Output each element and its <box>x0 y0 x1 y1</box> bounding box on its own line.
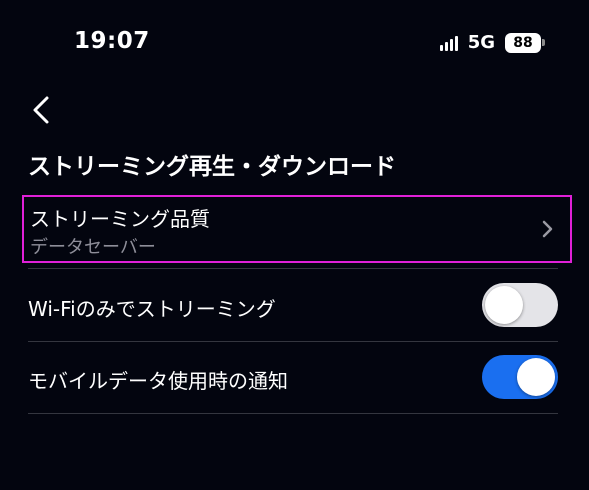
back-button[interactable] <box>28 94 58 126</box>
network-type: 5G <box>467 32 495 53</box>
signal-icon <box>439 35 458 51</box>
section-title: ストリーミング再生・ダウンロード <box>28 154 396 180</box>
mobile-data-notice-label: モバイルデータ使用時の通知 <box>28 369 288 393</box>
status-bar: 19:07 5G 88 <box>0 0 589 80</box>
battery-level: 88 <box>505 32 541 53</box>
chevron-right-icon <box>542 220 553 238</box>
divider <box>28 413 558 414</box>
wifi-only-label: Wi-Fiのみでストリーミング <box>28 297 276 321</box>
streaming-quality-row[interactable]: ストリーミング品質 データセーバー <box>22 195 572 263</box>
mobile-data-notice-toggle[interactable] <box>482 355 558 399</box>
streaming-quality-label: ストリーミング品質 <box>30 207 210 231</box>
wifi-only-row: Wi-Fiのみでストリーミング <box>28 283 558 329</box>
battery-icon: 88 <box>505 32 545 53</box>
divider <box>28 341 558 342</box>
divider <box>28 268 558 269</box>
status-time: 19:07 <box>74 28 150 54</box>
status-indicators: 5G 88 <box>439 32 545 53</box>
mobile-data-notice-row: モバイルデータ使用時の通知 <box>28 355 558 401</box>
chevron-left-icon <box>33 96 49 124</box>
wifi-only-toggle[interactable] <box>482 283 558 327</box>
streaming-quality-value: データセーバー <box>30 237 156 258</box>
